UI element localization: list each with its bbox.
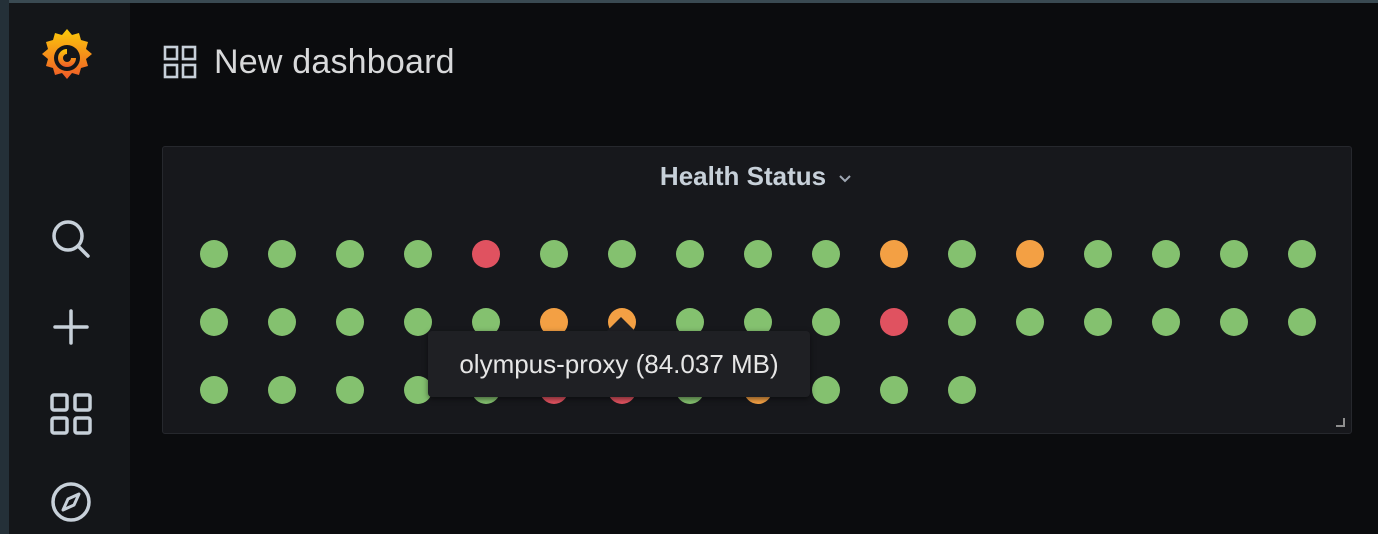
status-dot[interactable] [336,308,364,336]
status-dot[interactable] [676,240,704,268]
status-dot[interactable] [880,376,908,404]
status-dot[interactable] [812,376,840,404]
status-dot[interactable] [1220,240,1248,268]
grafana-logo-icon[interactable] [36,25,98,87]
status-dot[interactable] [948,376,976,404]
status-dot[interactable] [948,308,976,336]
explore-compass-icon[interactable] [49,480,93,524]
status-dot[interactable] [268,240,296,268]
status-dot[interactable] [268,376,296,404]
status-dot[interactable] [336,240,364,268]
status-dot[interactable] [1220,308,1248,336]
dashboard-grid-icon [163,45,197,79]
window-left-edge [0,0,9,534]
plus-icon[interactable] [49,305,93,349]
status-dot[interactable] [608,240,636,268]
status-dot[interactable] [812,240,840,268]
status-dot[interactable] [268,308,296,336]
status-dot[interactable] [200,376,228,404]
status-dot[interactable] [880,240,908,268]
status-dot[interactable] [1084,240,1112,268]
status-dot[interactable] [404,240,432,268]
search-icon[interactable] [49,217,93,261]
status-dot[interactable] [1288,308,1316,336]
status-dot[interactable] [880,308,908,336]
status-dot[interactable] [744,240,772,268]
status-dot[interactable] [1016,308,1044,336]
status-dot[interactable] [1084,308,1112,336]
status-dot[interactable] [1152,308,1180,336]
dashboards-icon[interactable] [49,392,93,436]
status-dot[interactable] [200,240,228,268]
status-dot[interactable] [540,240,568,268]
tooltip-text: olympus-proxy (84.037 MB) [459,348,779,379]
status-dot[interactable] [1152,240,1180,268]
status-dot[interactable] [948,240,976,268]
sidebar [9,3,130,534]
status-dot[interactable] [200,308,228,336]
status-dot[interactable] [1288,240,1316,268]
status-dot[interactable] [1016,240,1044,268]
resize-handle-icon[interactable] [1336,418,1345,427]
tooltip: olympus-proxy (84.037 MB) [428,331,810,397]
window-top-border [0,0,1378,3]
status-dot[interactable] [812,308,840,336]
status-dot[interactable] [336,376,364,404]
tooltip-arrow [607,317,635,331]
page-title[interactable]: New dashboard [214,43,455,82]
page-header: New dashboard [163,40,455,84]
status-dot[interactable] [472,240,500,268]
